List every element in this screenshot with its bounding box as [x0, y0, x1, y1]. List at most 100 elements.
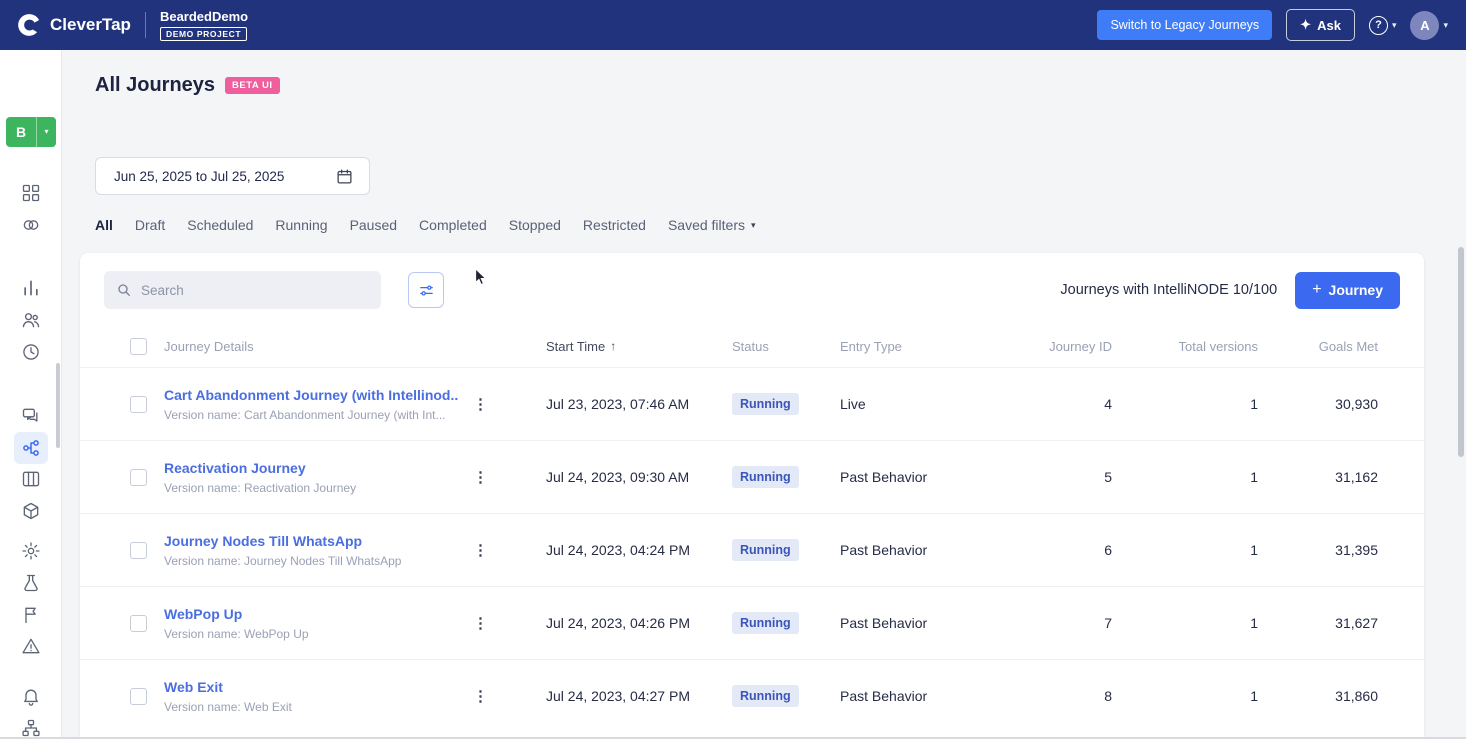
goals-met: 31,395: [1335, 542, 1378, 558]
date-range-picker[interactable]: Jun 25, 2025 to Jul 25, 2025: [95, 157, 370, 195]
journey-id: 7: [1104, 615, 1112, 631]
journey-id: 5: [1104, 469, 1112, 485]
tab-scheduled[interactable]: Scheduled: [187, 217, 253, 233]
sidebar-item-campaigns[interactable]: [14, 400, 48, 432]
sidebar: B ▾: [0, 50, 62, 744]
tab-all[interactable]: All: [95, 217, 113, 233]
journey-id: 8: [1104, 688, 1112, 704]
sidebar-item-audience[interactable]: [14, 304, 48, 336]
header-checkbox[interactable]: [129, 337, 147, 355]
journey-version: Version name: Journey Nodes Till WhatsAp…: [164, 553, 402, 568]
sidebar-item-journeys[interactable]: [13, 431, 48, 464]
sidebar-item-settings[interactable]: [14, 535, 48, 567]
window-scrollbar[interactable]: [1458, 247, 1464, 457]
ask-button[interactable]: ✦ Ask: [1286, 9, 1355, 41]
sidebar-item-analytics[interactable]: [14, 272, 48, 304]
workspace-letter: B: [6, 117, 36, 147]
row-menu-button[interactable]: ⋮: [466, 613, 495, 634]
project-badge: DEMO PROJECT: [159, 27, 248, 41]
journey-link[interactable]: Cart Abandonment Journey (with Intellino…: [164, 387, 459, 403]
brand-name: CleverTap: [50, 15, 131, 34]
sidebar-item-reports[interactable]: [14, 599, 48, 631]
entry-type: Past Behavior: [840, 469, 928, 485]
clock-icon: [22, 344, 39, 360]
help-icon: ?: [1368, 15, 1388, 35]
row-menu-button[interactable]: ⋮: [466, 686, 495, 707]
tab-draft[interactable]: Draft: [135, 217, 165, 233]
top-navbar: CleverTap BeardedDemo DEMO PROJECT Switc…: [0, 0, 1466, 50]
total-versions: 1: [1250, 469, 1258, 485]
journey-link[interactable]: Web Exit: [164, 679, 459, 695]
row-menu-button[interactable]: ⋮: [466, 467, 495, 488]
workspace-selector[interactable]: B ▾: [6, 117, 56, 147]
row-checkbox[interactable]: [129, 614, 147, 632]
journey-link[interactable]: WebPop Up: [164, 606, 459, 622]
sidebar-item-boards[interactable]: [14, 464, 48, 496]
status-badge: Running: [732, 539, 799, 561]
dashboard-grid-icon: [22, 184, 39, 201]
sidebar-item-segments[interactable]: [14, 209, 48, 241]
saved-filters-dropdown[interactable]: Saved filters ▾: [668, 217, 756, 233]
saved-filters-label: Saved filters: [667, 217, 745, 233]
tab-completed[interactable]: Completed: [419, 217, 487, 233]
kanban-icon: [22, 472, 39, 487]
filter-button[interactable]: [408, 272, 444, 308]
bottom-strip: [0, 737, 1466, 744]
row-checkbox[interactable]: [129, 687, 147, 705]
sidebar-scrollbar[interactable]: [56, 363, 60, 448]
start-time: Jul 24, 2023, 04:26 PM: [546, 615, 690, 631]
project-selector[interactable]: BeardedDemo DEMO PROJECT: [159, 9, 248, 41]
journey-link[interactable]: Journey Nodes Till WhatsApp: [164, 533, 459, 549]
search-icon: [118, 284, 130, 296]
clevertap-logo-icon: [18, 14, 40, 36]
users-icon: [22, 313, 39, 328]
col-start-time[interactable]: Start Time ↑: [546, 339, 732, 354]
sidebar-item-dashboard[interactable]: [14, 177, 48, 209]
chevron-down-icon: ▾: [1391, 19, 1397, 30]
help-menu[interactable]: ? ▾: [1368, 15, 1397, 35]
sidebar-item-products[interactable]: [14, 495, 48, 527]
table-row: Journey Nodes Till WhatsApp Version name…: [80, 513, 1424, 586]
sidebar-item-alerts[interactable]: [14, 631, 48, 663]
journey-link[interactable]: Reactivation Journey: [164, 460, 459, 476]
sidebar-item-experiments[interactable]: [14, 567, 48, 599]
row-checkbox[interactable]: [129, 395, 147, 413]
start-time: Jul 24, 2023, 09:30 AM: [546, 469, 690, 485]
tab-paused[interactable]: Paused: [350, 217, 397, 233]
segments-icon: [23, 219, 38, 230]
tab-running[interactable]: Running: [275, 217, 327, 233]
sitemap-icon: [21, 719, 40, 737]
start-time: Jul 24, 2023, 04:24 PM: [546, 542, 690, 558]
row-checkbox[interactable]: [129, 468, 147, 486]
status-badge: Running: [732, 685, 799, 707]
journey-version: Version name: Cart Abandonment Journey (…: [164, 407, 446, 422]
journey-version: Version name: WebPop Up: [164, 626, 309, 641]
entry-type: Live: [840, 396, 866, 412]
col-total-versions: Total versions: [1178, 338, 1258, 354]
search-box[interactable]: [104, 271, 381, 309]
table-row: Cart Abandonment Journey (with Intellino…: [80, 367, 1424, 440]
add-journey-button[interactable]: + Journey: [1295, 271, 1400, 309]
entry-type: Past Behavior: [840, 688, 928, 704]
tab-stopped[interactable]: Stopped: [509, 217, 561, 233]
journey-version: Version name: Reactivation Journey: [164, 480, 357, 495]
sidebar-item-notifications[interactable]: [14, 680, 48, 712]
search-input[interactable]: [141, 282, 369, 298]
switch-legacy-button[interactable]: Switch to Legacy Journeys: [1097, 10, 1273, 40]
entry-type: Past Behavior: [840, 615, 928, 631]
col-status: Status: [732, 338, 769, 354]
messages-icon: [22, 408, 37, 422]
app-window: CleverTap BeardedDemo DEMO PROJECT Switc…: [0, 0, 1466, 744]
row-checkbox[interactable]: [129, 541, 147, 559]
bell-icon: [23, 689, 38, 707]
clevertap-logo[interactable]: CleverTap: [16, 12, 131, 38]
row-menu-button[interactable]: ⋮: [466, 394, 495, 415]
intellinode-counter: Journeys with IntelliNODE 10/100: [1060, 282, 1278, 298]
account-menu[interactable]: A ▾: [1410, 10, 1448, 40]
col-entry-type: Entry Type: [840, 338, 902, 354]
total-versions: 1: [1250, 542, 1258, 558]
tab-restricted[interactable]: Restricted: [583, 217, 646, 233]
row-menu-button[interactable]: ⋮: [466, 540, 495, 561]
page-title: All Journeys: [95, 74, 216, 96]
sidebar-item-activity[interactable]: [14, 336, 48, 368]
